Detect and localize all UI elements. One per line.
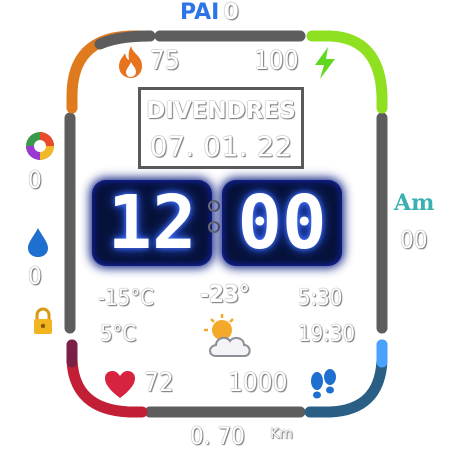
steps-value: 1000 [228,368,288,398]
date-label: 07. 01. 22 [149,130,293,163]
sunrise-time: 5:30 [298,286,343,311]
lock-icon[interactable] [32,306,54,336]
pai-label: PAI [180,0,220,25]
water-drop-icon [28,228,48,257]
distance-unit: Km [270,426,293,442]
battery-value: 100 [254,46,299,76]
temp-low: -15°C [98,286,155,311]
calories-value: 75 [150,46,180,76]
sunset-time: 19:30 [298,322,356,347]
lightning-bolt-icon [315,47,335,79]
heart-rate-value: 72 [144,368,174,398]
heart-icon [105,371,135,398]
footprints-icon [311,369,336,399]
weekday-label: DIVENDRES [146,98,296,124]
time-colon [208,200,220,233]
stress-value: 0 [28,166,42,194]
stress-icon [26,132,54,160]
pai-widget[interactable]: PAI 0 [180,0,239,30]
temp-high: 5°C [100,322,137,347]
water-value: 0 [28,262,42,290]
partly-cloudy-icon [204,314,251,357]
date-panel[interactable]: DIVENDRES 07. 01. 22 [138,87,304,169]
temp-now: -23° [200,280,250,308]
hours-display[interactable]: 12 [92,180,212,266]
steps-widget[interactable]: 1000 [228,368,358,402]
minutes-display[interactable]: 00 [222,180,342,266]
seconds-value: 00 [400,226,428,254]
pai-value: 0 [223,0,239,25]
distance-value: 0. 70 [190,422,245,450]
battery-widget[interactable]: 100 [254,44,344,80]
ampm-label: Am [394,190,435,216]
calories-widget[interactable]: 75 [114,44,180,80]
heart-rate-widget[interactable]: 72 [104,368,194,402]
distance-widget[interactable]: 0. 70 Km [190,422,310,452]
flame-icon [119,46,142,78]
